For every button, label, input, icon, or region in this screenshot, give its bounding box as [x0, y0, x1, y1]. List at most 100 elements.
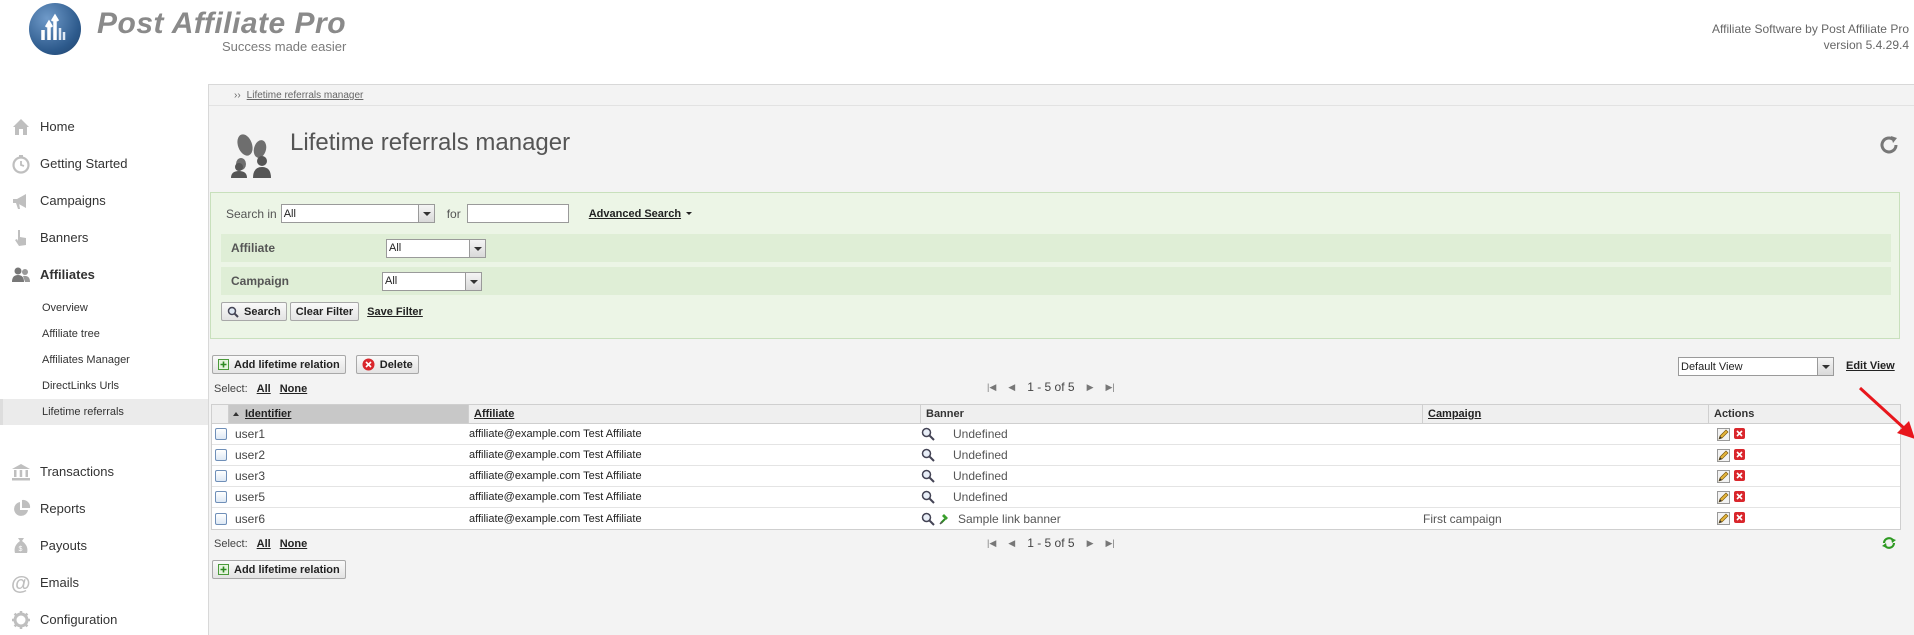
previous-page-icon[interactable]: ◀	[1008, 382, 1015, 393]
select-none-link[interactable]: None	[280, 538, 308, 550]
add-lifetime-relation-label: Add lifetime relation	[234, 358, 340, 371]
row-checkbox[interactable]	[215, 491, 227, 503]
select-label: Select:	[214, 538, 248, 550]
previous-page-icon[interactable]: ◀	[1008, 538, 1015, 549]
row-checkbox[interactable]	[215, 470, 227, 482]
search-in-value: All	[283, 207, 296, 220]
sidebar-item-reports[interactable]: Reports	[0, 490, 208, 527]
affiliate-filter-select[interactable]: All	[386, 238, 486, 258]
add-lifetime-relation-button[interactable]: Add lifetime relation	[212, 355, 346, 374]
column-header-affiliate[interactable]: Affiliate	[469, 405, 921, 423]
row-actions	[1717, 490, 1745, 504]
delete-row-icon[interactable]	[1734, 427, 1745, 441]
last-page-icon[interactable]: ▶|	[1105, 538, 1114, 549]
select-none-link[interactable]: None	[280, 383, 308, 395]
row-checkbox[interactable]	[215, 512, 227, 525]
submenu-item-lifetime-referrals[interactable]: Lifetime referrals	[0, 399, 208, 425]
add-icon	[218, 359, 229, 370]
breadcrumb-link[interactable]: Lifetime referrals manager	[247, 90, 364, 101]
sidebar-item-home[interactable]: Home	[0, 108, 208, 145]
sidebar-item-transactions[interactable]: Transactions	[0, 453, 208, 490]
select-controls-top: Select: All None	[214, 383, 307, 395]
sidebar-item-campaigns[interactable]: Campaigns	[0, 182, 208, 219]
affiliates-submenu: Overview Affiliate tree Affiliates Manag…	[0, 293, 208, 435]
add-lifetime-relation-button[interactable]: Add lifetime relation	[212, 560, 346, 579]
first-page-icon[interactable]: |◀	[987, 538, 996, 549]
logo-icon[interactable]	[29, 3, 81, 55]
next-page-icon[interactable]: ▶	[1087, 538, 1094, 549]
sidebar-item-label: Payouts	[40, 538, 87, 553]
save-filter-link[interactable]: Save Filter	[367, 306, 423, 318]
row-banner: Undefined	[953, 427, 1008, 441]
row-checkbox[interactable]	[215, 428, 227, 440]
column-header-campaign-label: Campaign	[1428, 408, 1482, 420]
column-header-campaign[interactable]: Campaign	[1423, 405, 1709, 423]
delete-icon	[362, 358, 375, 371]
brand-tagline: Success made easier	[222, 39, 347, 54]
advanced-search-link[interactable]: Advanced Search	[589, 208, 692, 220]
for-label: for	[446, 206, 461, 221]
edit-icon[interactable]	[1717, 469, 1730, 483]
sidebar-item-label: Getting Started	[40, 156, 128, 171]
select-all-link[interactable]: All	[257, 383, 271, 395]
edit-icon[interactable]	[1717, 427, 1730, 441]
row-banner[interactable]: Sample link banner	[958, 512, 1061, 526]
banner-preview-icon[interactable]	[921, 490, 935, 504]
sidebar-item-banners[interactable]: Banners	[0, 219, 208, 256]
row-identifier: user3	[235, 469, 266, 483]
chevron-down-icon	[417, 205, 434, 222]
home-icon	[13, 119, 29, 135]
clear-filter-button[interactable]: Clear Filter	[289, 302, 360, 321]
filter-panel: Search in All for Advanced Search Affili…	[210, 192, 1900, 339]
grid-refresh-icon[interactable]	[1881, 535, 1897, 551]
edit-icon[interactable]	[1717, 512, 1730, 525]
banner-preview-icon[interactable]	[921, 427, 935, 441]
table-row: user2 affiliate@example.com Test Affilia…	[212, 445, 1900, 466]
delete-label: Delete	[379, 358, 413, 371]
refresh-icon[interactable]	[1878, 134, 1900, 156]
sidebar-item-payouts[interactable]: $ Payouts	[0, 527, 208, 564]
view-select[interactable]: Default View	[1678, 357, 1834, 376]
last-page-icon[interactable]: ▶|	[1105, 382, 1114, 393]
submenu-item-overview[interactable]: Overview	[0, 295, 208, 321]
row-affiliate: affiliate@example.com Test Affiliate	[469, 470, 642, 482]
delete-button[interactable]: Delete	[355, 355, 419, 374]
pager-range: 1 - 5 of 5	[1027, 536, 1075, 550]
next-page-icon[interactable]: ▶	[1087, 382, 1094, 393]
edit-view-link[interactable]: Edit View	[1846, 360, 1895, 372]
sidebar-item-emails[interactable]: @ Emails	[0, 564, 208, 601]
edit-icon[interactable]	[1717, 490, 1730, 504]
banner-preview-icon[interactable]	[921, 448, 935, 462]
row-identifier: user6	[235, 511, 266, 526]
breadcrumb-separator: ››	[234, 90, 241, 101]
submenu-item-affiliates-manager[interactable]: Affiliates Manager	[0, 347, 208, 373]
table-header: Identifier Affiliate Banner Campaign Act…	[212, 405, 1900, 424]
brand-name: Post Affiliate Pro	[97, 7, 347, 40]
search-input[interactable]	[466, 204, 569, 223]
column-header-identifier[interactable]: Identifier	[229, 405, 469, 423]
sidebar-item-getting-started[interactable]: Getting Started	[0, 145, 208, 182]
submenu-item-directlinks-urls[interactable]: DirectLinks Urls	[0, 373, 208, 399]
row-affiliate: affiliate@example.com Test Affiliate	[469, 449, 642, 461]
banner-preview-icon[interactable]	[921, 469, 935, 483]
campaign-filter-select[interactable]: All	[382, 271, 482, 291]
delete-row-icon[interactable]	[1734, 490, 1745, 504]
submenu-item-affiliate-tree[interactable]: Affiliate tree	[0, 321, 208, 347]
sidebar-item-affiliates[interactable]: Affiliates	[0, 256, 208, 293]
search-button[interactable]: Search	[221, 302, 287, 321]
row-identifier: user1	[235, 427, 266, 441]
first-page-icon[interactable]: |◀	[987, 382, 996, 393]
sidebar-item-label: Transactions	[40, 464, 114, 479]
row-checkbox[interactable]	[215, 449, 227, 461]
search-in-select[interactable]: All	[280, 204, 435, 223]
sidebar-item-configuration[interactable]: Configuration	[0, 601, 208, 635]
delete-row-icon[interactable]	[1734, 469, 1745, 483]
sidebar-item-label: Home	[40, 119, 75, 134]
row-actions	[1717, 512, 1745, 525]
banner-preview-icon[interactable]	[921, 512, 935, 526]
sidebar-item-label: Reports	[40, 501, 86, 516]
delete-row-icon[interactable]	[1734, 448, 1745, 462]
select-all-link[interactable]: All	[257, 538, 271, 550]
delete-row-icon[interactable]	[1734, 512, 1745, 525]
edit-icon[interactable]	[1717, 448, 1730, 462]
